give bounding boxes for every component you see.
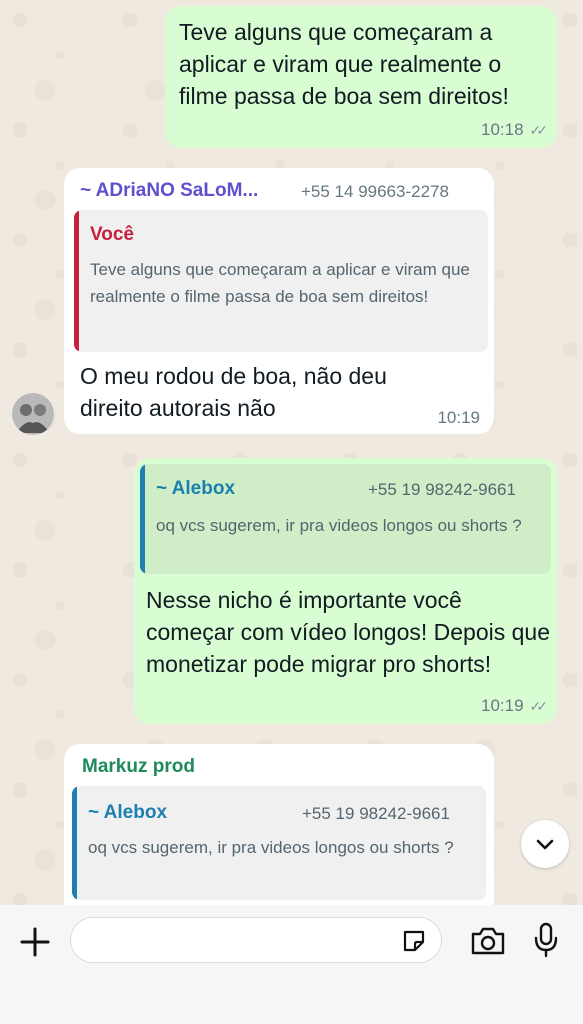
quote-accent-bar — [74, 210, 79, 352]
message-text: Teve alguns que começaram a aplicar e vi… — [179, 19, 509, 109]
quoted-message[interactable]: ~ Alebox +55 19 98242-9661 oq vcs sugere… — [140, 464, 551, 574]
sender-name[interactable]: ~ ADriaNO SaLoM... — [80, 180, 258, 202]
camera-icon — [471, 927, 505, 955]
quote-author: Você — [90, 224, 135, 245]
quote-author: ~ Alebox — [156, 478, 236, 499]
quoted-message[interactable]: Você Teve alguns que começaram a aplicar… — [74, 210, 488, 352]
quote-phone: +55 19 98242-9661 — [368, 480, 516, 499]
message-bubble-incoming[interactable]: Markuz prod ~ Alebox +55 19 98242-9661 o… — [64, 744, 494, 924]
quote-text: oq vcs sugerem, ir pra videos longos ou … — [88, 838, 454, 857]
quote-text: oq vcs sugerem, ir pra videos longos ou … — [156, 516, 522, 535]
message-bubble-outgoing[interactable]: ~ Alebox +55 19 98242-9661 oq vcs sugere… — [134, 458, 557, 724]
mic-icon — [534, 922, 558, 958]
chevron-down-icon — [536, 839, 554, 850]
message-meta: 10:19 — [437, 408, 480, 428]
quote-accent-bar — [140, 464, 145, 574]
quoted-message[interactable]: ~ Alebox +55 19 98242-9661 oq vcs sugere… — [72, 786, 486, 900]
message-meta: 10:18 ✓✓ — [480, 120, 549, 140]
message-time: 10:18 — [480, 120, 524, 139]
quote-text: Teve alguns que começaram a aplicar e vi… — [90, 260, 470, 306]
message-meta: 10:19 ✓✓ — [480, 696, 549, 716]
message-text: O meu rodou de boa, não deu direito auto… — [80, 363, 387, 421]
composer-bar — [0, 905, 583, 1024]
voice-message-button[interactable] — [528, 919, 564, 961]
scroll-to-bottom-button[interactable] — [521, 820, 569, 868]
message-time: 10:19 — [437, 408, 480, 427]
plus-icon — [20, 927, 50, 957]
sender-phone: +55 14 99663-2278 — [301, 182, 449, 201]
quote-author: ~ Alebox — [88, 802, 168, 823]
sticker-icon[interactable] — [401, 928, 427, 954]
message-input-field[interactable] — [87, 926, 391, 956]
avatar-photo-icon — [12, 393, 54, 435]
quote-accent-bar — [72, 786, 77, 900]
sender-name[interactable]: Markuz prod — [82, 756, 195, 778]
message-text: Nesse nicho é importante você começar co… — [146, 587, 550, 677]
message-bubble-outgoing[interactable]: Teve alguns que começaram a aplicar e vi… — [165, 6, 557, 148]
message-input[interactable] — [70, 917, 442, 963]
avatar[interactable] — [12, 393, 54, 435]
message-time: 10:19 — [480, 696, 524, 715]
camera-button[interactable] — [468, 921, 508, 961]
quote-phone: +55 19 98242-9661 — [302, 804, 450, 823]
double-check-icon: ✓✓ — [529, 121, 549, 138]
double-check-icon: ✓✓ — [529, 697, 549, 714]
add-attachment-button[interactable] — [16, 923, 54, 961]
message-bubble-incoming[interactable]: ~ ADriaNO SaLoM... +55 14 99663-2278 Voc… — [64, 168, 494, 434]
